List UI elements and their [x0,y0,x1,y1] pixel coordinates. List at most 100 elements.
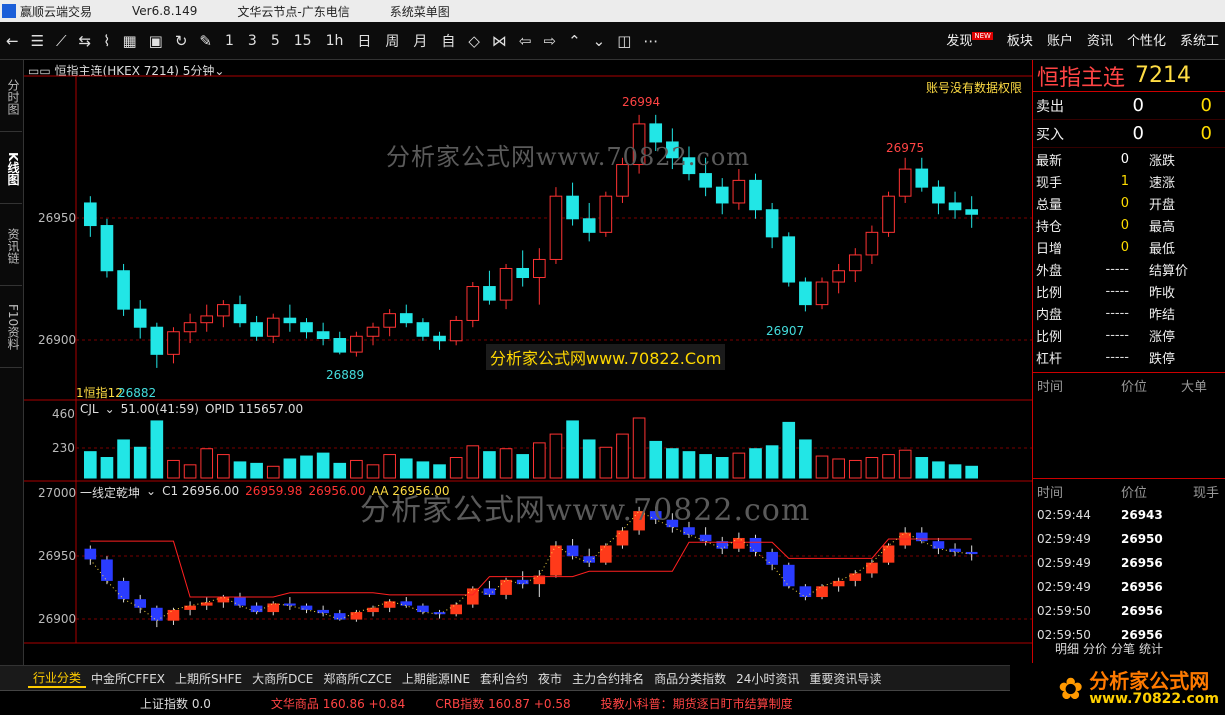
candle-body [848,254,862,272]
candle-body [782,236,796,283]
candle-body [200,315,214,324]
ind-bar [200,602,213,606]
ind-bar [949,548,961,552]
candle-body [316,331,330,340]
exchange-tab[interactable]: 行业分类 [28,669,87,688]
status-commodity: 文华商品 160.86 +0.84 [270,696,406,711]
menu-personalize[interactable]: 个性化 [1127,30,1166,49]
volume-bar [100,457,114,479]
volume-bar [666,448,679,479]
candle-body [383,313,396,328]
tab-trades[interactable]: 分笔 [1111,640,1135,657]
y-label-vol-1: 460 [52,407,75,421]
volume-bar [715,457,729,479]
quote-panel: 恒指主连 7214 卖出 0 0 买入 0 0 最新 0 涨跌 现手 1 速涨 总量 0 开盘 持仓 0 最高… [1032,60,1225,665]
quote-row: 最新 0 涨跌 [1036,151,1176,169]
candle-body [183,322,197,333]
buy-row: 买入 0 0 [1033,120,1225,148]
candle-body [965,209,979,215]
candle-body [167,331,180,355]
volume-bar [300,455,313,479]
volume-bar [599,446,613,479]
candle-body [466,286,480,321]
volume-bar [133,446,147,479]
ind-bar [483,588,496,595]
chevron-down-icon[interactable]: ⌄ [105,402,115,416]
high2-label: 26975 [886,141,925,155]
volume-bar [799,439,812,479]
candle-body [133,308,147,328]
ind-bar [616,530,629,546]
candle-body [483,286,496,301]
exchange-tab[interactable]: 中金所CFFEX [86,670,170,687]
volume-bar [516,454,530,479]
exchange-tab[interactable]: 套利合约 [475,670,533,687]
quote-row: 持仓 0 最高 [1036,217,1176,235]
y-label-vol-2: 230 [52,441,75,455]
price-series-label: 1恒指12 [76,386,123,400]
tick-list-2: 时间 价位 现手 02:59:44 26943 02:59:49 26950 02:59:4… [1033,478,1225,647]
status-news[interactable]: 投教小科普：期货逐日盯市结算制度 [571,695,793,712]
ind-bar [84,548,97,560]
quote-row: 比例 ----- 昨收 [1036,283,1176,301]
vol-name[interactable]: CJL [80,402,99,416]
ind-bar [566,545,579,557]
y-label-main-1: 26950 [38,211,77,225]
ind-bar [284,603,296,606]
menu-system[interactable]: 系统工 [1180,30,1219,49]
exchange-tab[interactable]: 夜市 [533,670,567,687]
candle-body [433,335,446,342]
exchange-tab[interactable]: 主力合约排名 [567,670,649,687]
quote-list: 最新 0 涨跌 现手 1 速涨 总量 0 开盘 持仓 0 最高 日增 0 最低 外盘 ----- 结算价 比例 ---… [1033,148,1225,368]
sell-row: 卖出 0 0 [1033,92,1225,120]
candle-body [499,267,513,301]
exchange-tab[interactable]: 24小时资讯 [731,670,804,687]
exchange-tab[interactable]: 大商所DCE [247,670,318,687]
exchange-tab[interactable]: 上期所SHFE [170,670,247,687]
exchange-tab[interactable]: 重要资讯导读 [804,670,886,687]
ind-bar [367,607,379,613]
ind-v3: 26956.00 [308,484,366,498]
indicator-header: 一线定乾坤 ⌄ C1 26956.00 26959.98 26956.00 AA … [80,484,450,501]
exchange-tab[interactable]: 商品分类指数 [649,670,731,687]
candle-body [333,338,347,353]
volume-bar [732,452,746,479]
ind-bar [766,551,778,565]
ind-bar [167,609,180,621]
tab-stats[interactable]: 统计 [1139,640,1163,657]
candle-body [250,322,263,337]
candle-body [516,267,530,279]
volume-bar [882,454,895,479]
ind-name[interactable]: 一线定乾坤 [80,484,140,501]
volume-bar [815,455,829,479]
quote-code: 7214 [1135,63,1192,88]
candle-body [266,317,280,337]
volume-bar [350,459,363,479]
candle-body [217,304,230,317]
menu-account[interactable]: 账户 [1047,30,1073,49]
candle-body [732,179,746,204]
quote-row: 外盘 ----- 结算价 [1036,261,1189,279]
quote-row: 日增 0 最低 [1036,239,1176,257]
tab-price-split[interactable]: 分价 [1083,640,1107,657]
status-index: 上证指数 0.0 [140,696,211,711]
exchange-tab[interactable]: 郑商所CZCE [318,670,397,687]
menu-news[interactable]: 资讯 [1087,30,1113,49]
site-logo: ✿ 分析家公式网 www.70822.com [1010,663,1225,715]
ind-bar [749,537,762,552]
volume-bar [283,458,297,479]
candle-body [283,317,297,324]
tab-detail[interactable]: 明细 [1055,640,1079,657]
volume-bar [965,465,979,479]
exchange-tab[interactable]: 上期能源INE [397,670,475,687]
chevron-down-icon[interactable]: ⌄ [146,484,156,501]
ind-bar [799,586,812,598]
quote-title: 恒指主连 7214 [1033,60,1225,92]
chart-svg [24,75,1032,644]
candle-body [882,195,895,233]
volume-bar [682,451,696,479]
low3-label: 26907 [766,324,805,338]
ind-aa: AA 26956.00 [371,484,450,498]
low2-label: 26889 [326,368,365,382]
flower-icon: ✿ [1058,671,1084,707]
